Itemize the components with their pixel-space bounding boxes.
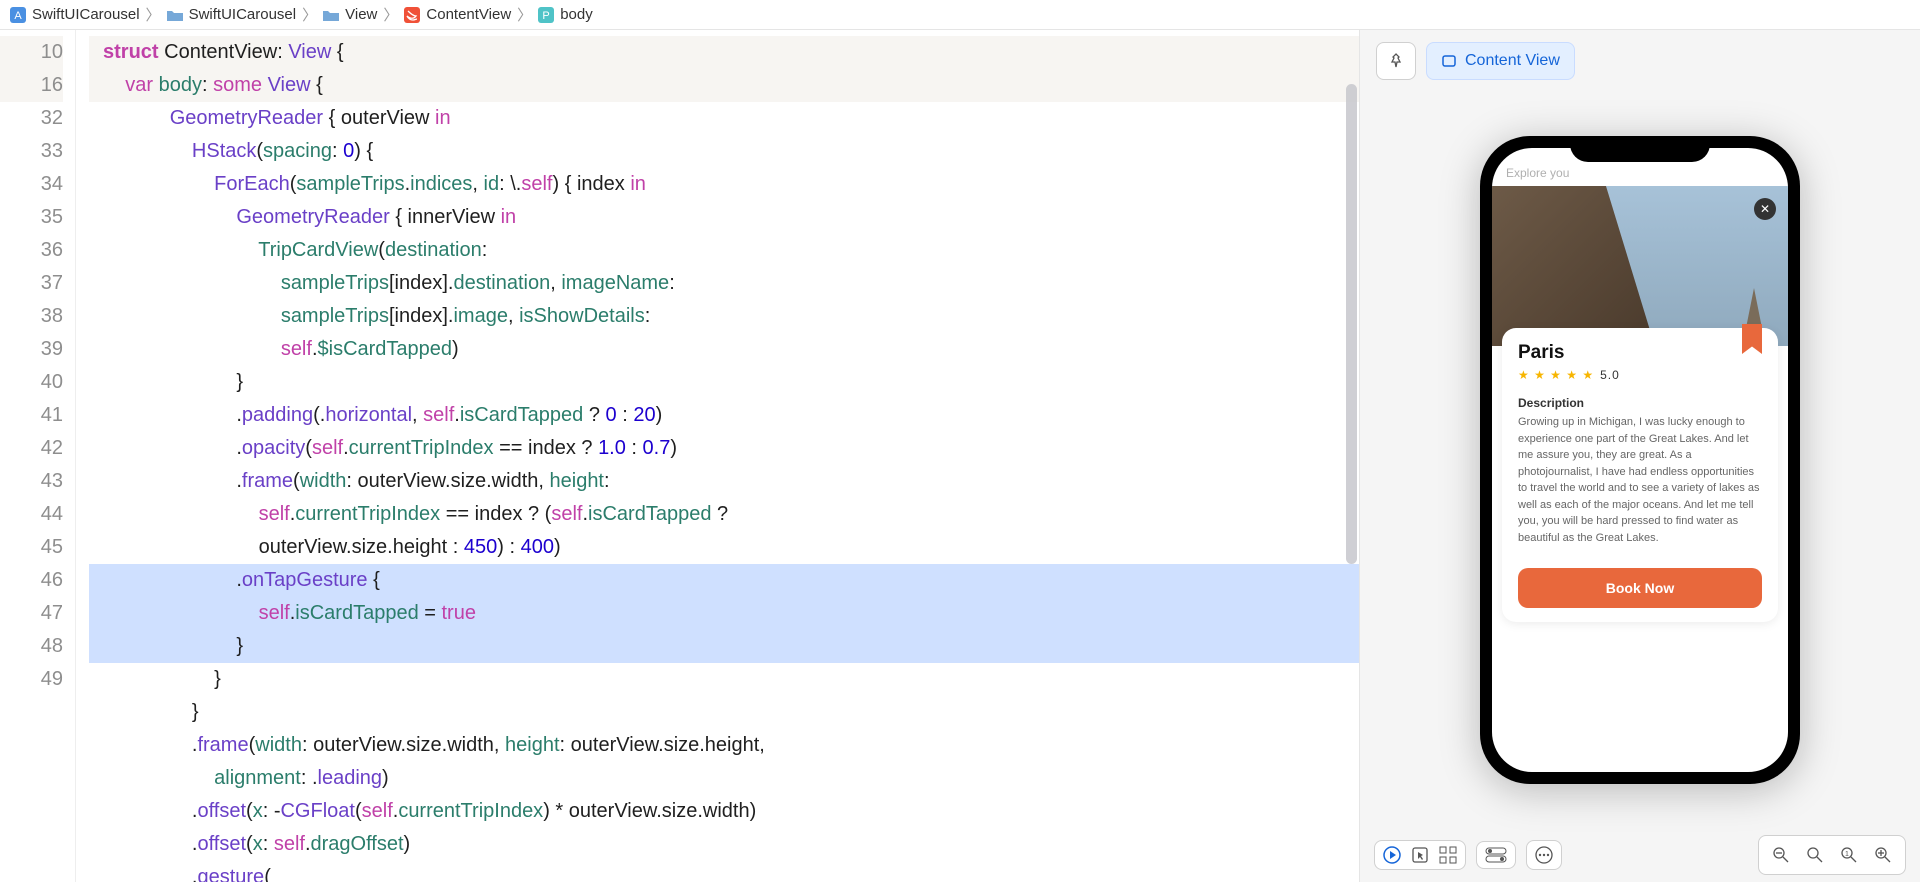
description-body: Growing up in Michigan, I was lucky enou… bbox=[1518, 414, 1762, 546]
preview-target-button[interactable]: Content View bbox=[1426, 42, 1575, 80]
hero-image: ✕ bbox=[1492, 186, 1788, 346]
chevron-right-icon: 〉 bbox=[383, 4, 398, 25]
chevron-right-icon: 〉 bbox=[146, 4, 161, 25]
code-area[interactable]: struct ContentView: View { var body: som… bbox=[89, 30, 1359, 882]
vertical-scrollbar[interactable] bbox=[1346, 84, 1357, 564]
play-icon[interactable] bbox=[1383, 846, 1401, 864]
preview-panel: Content View Explore you ✕ Paris ★ ★ ★ ★… bbox=[1360, 30, 1920, 882]
app-icon: A bbox=[10, 7, 26, 23]
chevron-right-icon: 〉 bbox=[517, 4, 532, 25]
folder-icon bbox=[167, 7, 183, 23]
crumb-2[interactable]: View bbox=[345, 6, 377, 23]
selectable-icon[interactable] bbox=[1411, 846, 1429, 864]
zoom-out-button[interactable] bbox=[1767, 841, 1795, 869]
description-heading: Description bbox=[1518, 396, 1762, 410]
svg-text:A: A bbox=[14, 10, 22, 22]
trip-card: Paris ★ ★ ★ ★ ★5.0 Description Growing u… bbox=[1502, 328, 1778, 622]
preview-options-button[interactable] bbox=[1526, 840, 1562, 870]
folder-icon bbox=[323, 7, 339, 23]
line-gutter: 1016323334353637383940414243444546474849 bbox=[0, 30, 75, 882]
svg-text:1: 1 bbox=[1845, 851, 1849, 858]
book-now-button[interactable]: Book Now bbox=[1518, 568, 1762, 608]
pin-button[interactable] bbox=[1376, 42, 1416, 80]
app-screen[interactable]: Explore you ✕ Paris ★ ★ ★ ★ ★5.0 Descrip… bbox=[1492, 148, 1788, 772]
zoom-controls: 1 bbox=[1758, 835, 1906, 875]
iphone-frame: Explore you ✕ Paris ★ ★ ★ ★ ★5.0 Descrip… bbox=[1480, 136, 1800, 784]
rating-stars: ★ ★ ★ ★ ★5.0 bbox=[1518, 368, 1762, 382]
toggles-icon bbox=[1485, 847, 1507, 863]
property-icon: P bbox=[538, 7, 554, 23]
ellipsis-circle-icon bbox=[1535, 846, 1553, 864]
device-settings-button[interactable] bbox=[1476, 841, 1516, 869]
trip-title: Paris bbox=[1518, 342, 1762, 364]
crumb-3[interactable]: ContentView bbox=[426, 6, 511, 23]
pin-icon bbox=[1388, 53, 1404, 69]
code-editor[interactable]: 1016323334353637383940414243444546474849… bbox=[0, 30, 1360, 882]
close-icon[interactable]: ✕ bbox=[1754, 198, 1776, 220]
container-icon bbox=[1441, 53, 1457, 69]
zoom-in-button[interactable] bbox=[1869, 841, 1897, 869]
crumb-1[interactable]: SwiftUICarousel bbox=[189, 6, 297, 23]
svg-text:P: P bbox=[543, 10, 550, 22]
preview-toolbar: 1 bbox=[1360, 828, 1920, 882]
crumb-0[interactable]: SwiftUICarousel bbox=[32, 6, 140, 23]
chevron-right-icon: 〉 bbox=[302, 4, 317, 25]
variants-icon[interactable] bbox=[1439, 846, 1457, 864]
iphone-notch bbox=[1570, 136, 1710, 162]
canvas-controls[interactable] bbox=[1374, 840, 1466, 870]
rating-value: 5.0 bbox=[1600, 368, 1620, 382]
zoom-fit-button[interactable] bbox=[1801, 841, 1829, 869]
preview-target-label: Content View bbox=[1465, 52, 1560, 70]
swift-icon bbox=[404, 7, 420, 23]
zoom-actual-button[interactable]: 1 bbox=[1835, 841, 1863, 869]
breadcrumb: A SwiftUICarousel 〉 SwiftUICarousel 〉 Vi… bbox=[0, 0, 1920, 30]
crumb-4[interactable]: body bbox=[560, 6, 593, 23]
fold-ribbon bbox=[75, 30, 89, 882]
